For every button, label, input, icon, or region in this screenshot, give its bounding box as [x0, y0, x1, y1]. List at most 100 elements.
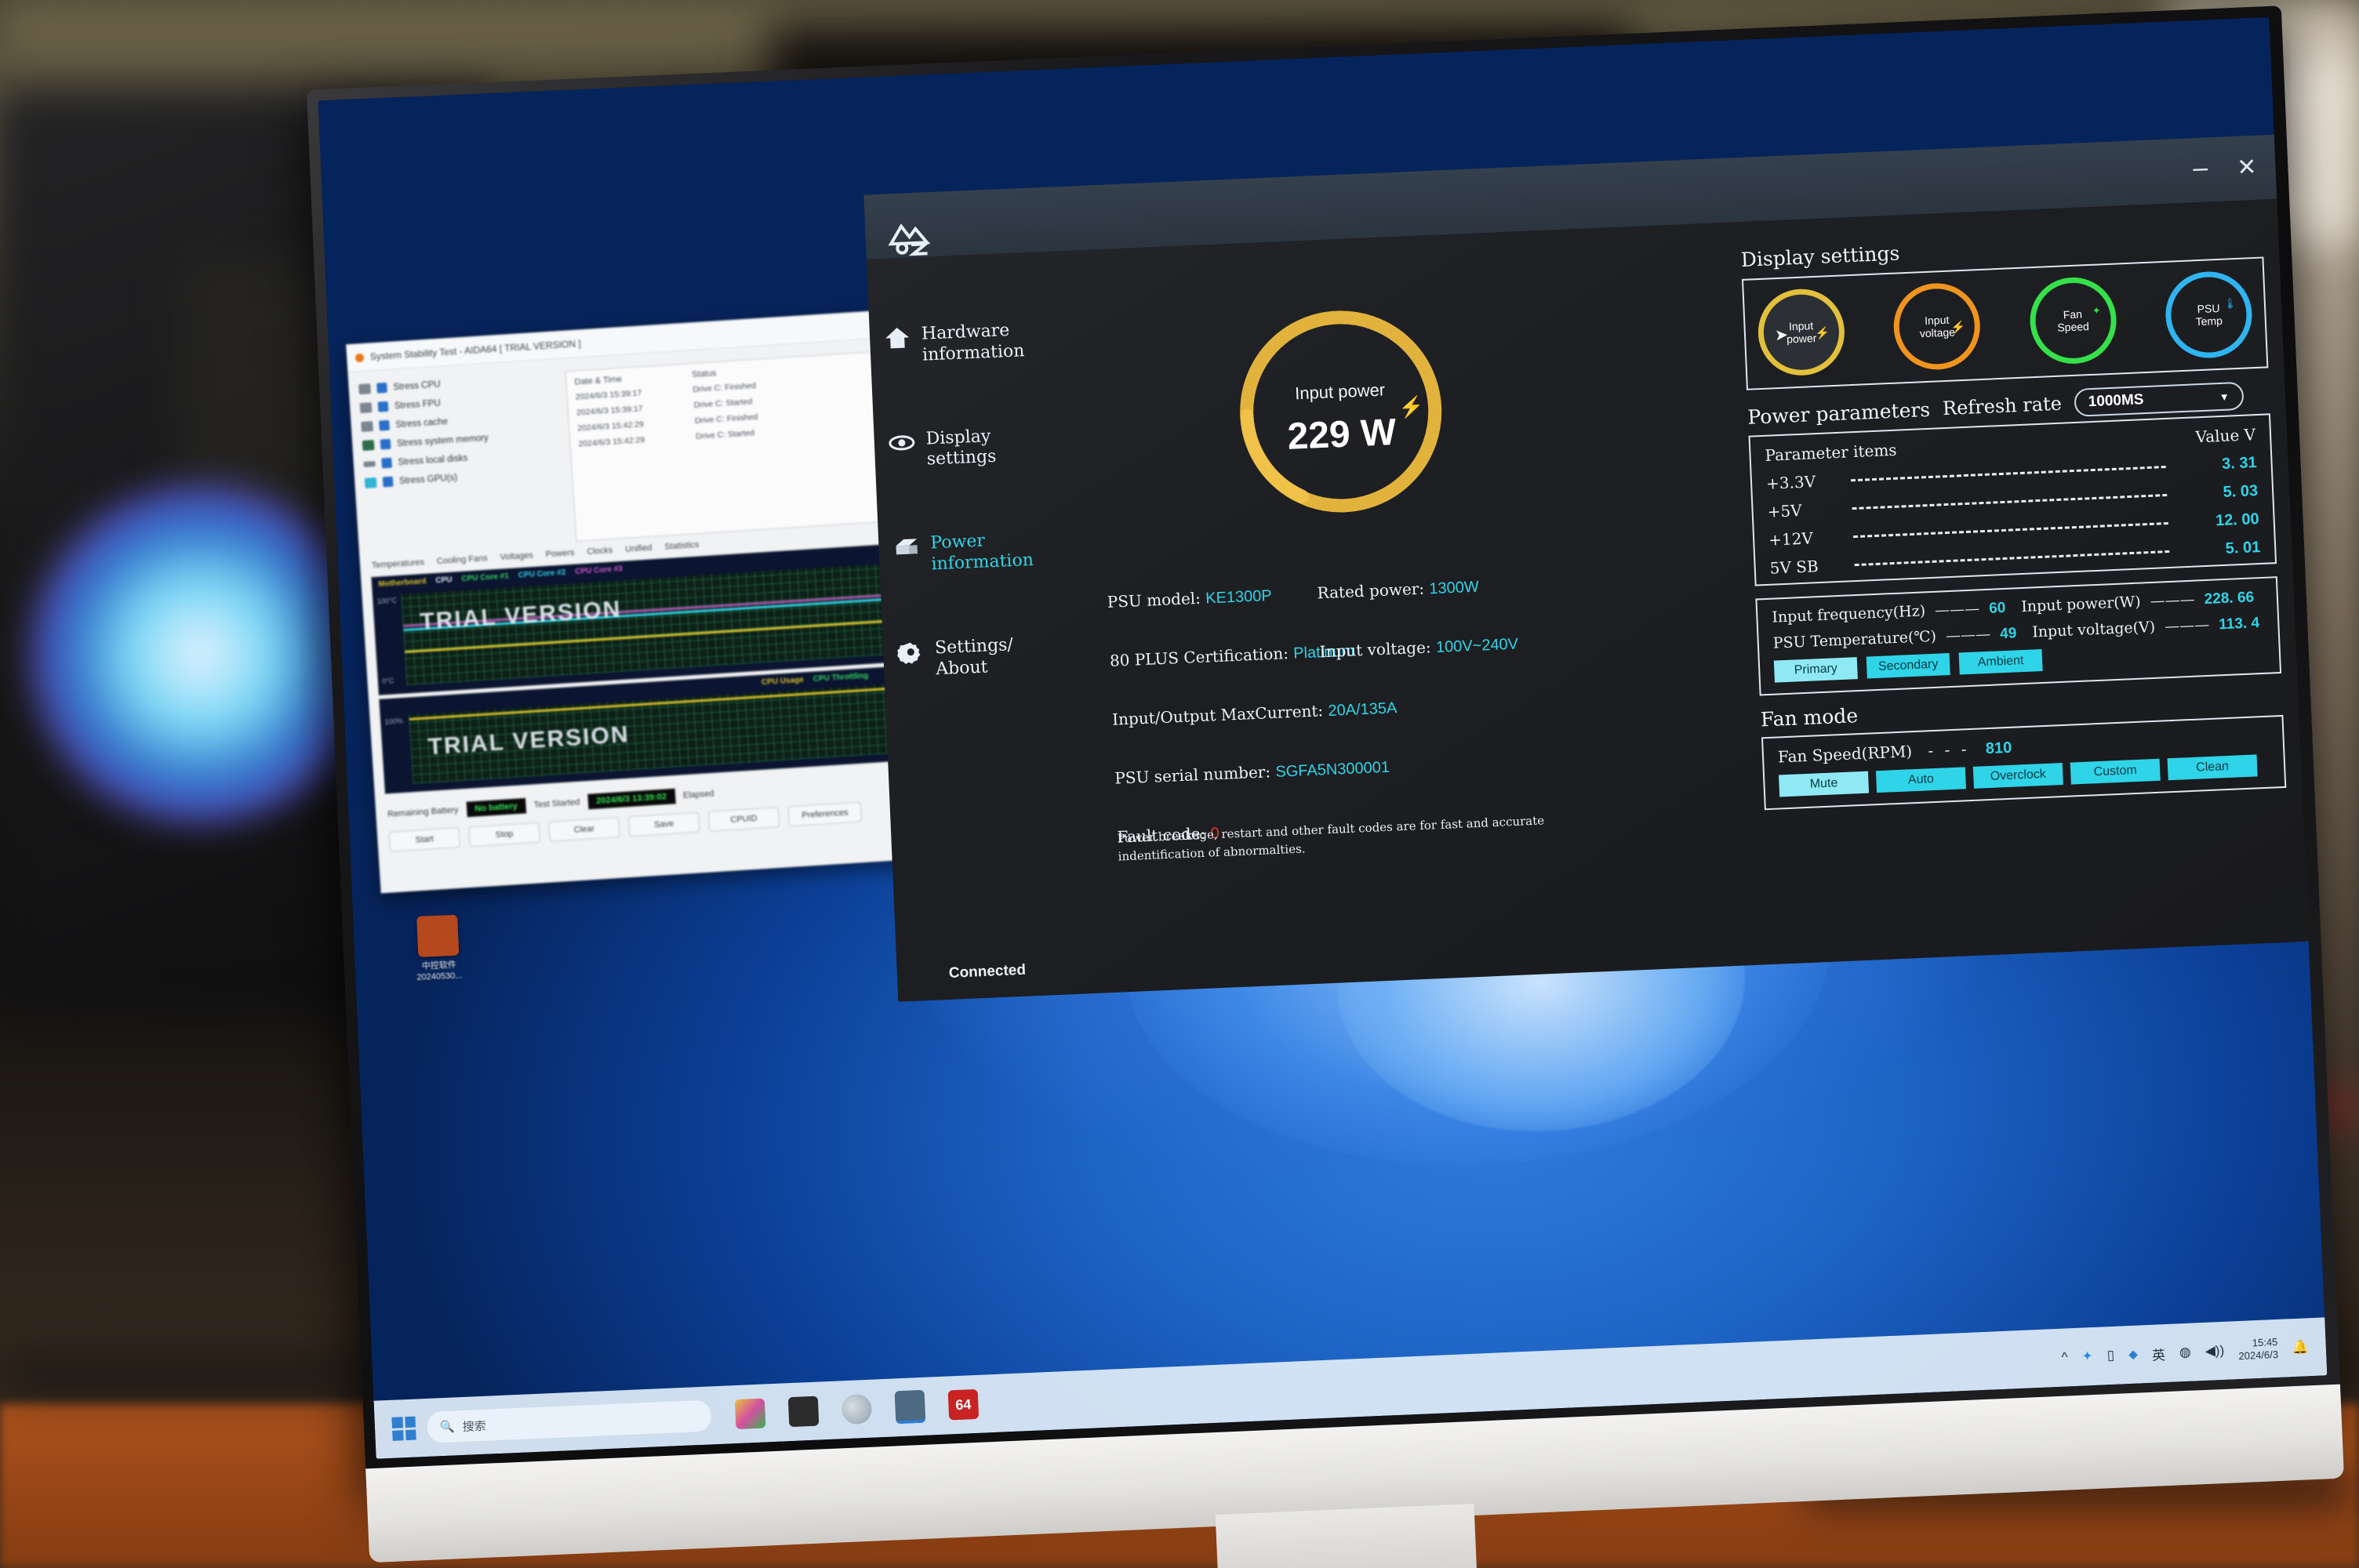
power-parameters-title: Power parameters	[1747, 397, 1931, 429]
checkbox-icon[interactable]	[376, 382, 387, 394]
windows-desktop[interactable]: Legacy & CardRea... X-Flash Pack 显卡驱动 20…	[318, 16, 2328, 1459]
stress-option-label: Stress system memory	[396, 433, 489, 448]
taskbar-clock[interactable]: 15:45 2024/6/3	[2237, 1336, 2278, 1363]
legend-cpu[interactable]: CPU	[435, 575, 453, 585]
chip-ambient[interactable]: Ambient	[1958, 649, 2043, 675]
psu-temperature-value: 49	[1999, 625, 2017, 643]
chip-secondary[interactable]: Secondary	[1866, 653, 1950, 679]
spec-80plus-certification: 80 PLUS Certification: Platinum	[1110, 642, 1355, 670]
checkbox-icon[interactable]	[377, 401, 389, 412]
log-col-status: Status	[691, 368, 717, 380]
dial-fan-speed[interactable]: Fan Speed ✦	[2027, 275, 2118, 366]
chip-clean[interactable]: Clean	[2167, 754, 2258, 781]
fan-icon: ✦	[2092, 304, 2102, 317]
psu-spec-list: PSU model: KE1300P Rated power: 1300W 80…	[1107, 565, 1761, 866]
close-button[interactable]: ✕	[2237, 154, 2258, 182]
ime-indicator[interactable]: 英	[2151, 1344, 2166, 1364]
chip-auto[interactable]: Auto	[1875, 767, 1967, 793]
desktop-icon-label: 中控软件 20240530...	[416, 960, 463, 982]
clear-button[interactable]: Clear	[548, 817, 620, 842]
pp-dash-line	[1852, 493, 2168, 510]
tab-cooling-fans[interactable]: Cooling Fans	[437, 554, 488, 566]
stress-option[interactable]: Stress CPU	[358, 372, 554, 395]
chip-custom[interactable]: Custom	[2070, 758, 2161, 785]
psu-app-icon[interactable]	[894, 1389, 926, 1425]
connection-status: Connected	[948, 961, 1027, 982]
edge-app-icon[interactable]	[841, 1393, 873, 1425]
photos-app-icon[interactable]	[734, 1398, 766, 1430]
chip-overclock[interactable]: Overclock	[1972, 763, 2063, 789]
stress-option[interactable]: Stress FPU	[359, 390, 556, 414]
spec-value: 1300W	[1428, 578, 1480, 598]
aida64-app-icon[interactable]: 64	[947, 1388, 980, 1421]
stress-option[interactable]: Stress GPU(s)	[364, 466, 561, 488]
pp-name: +3.3V	[1765, 472, 1816, 493]
checkbox-icon[interactable]	[380, 438, 391, 450]
legend-motherboard[interactable]: Motherboard	[378, 577, 427, 589]
psu-app-window[interactable]: − ✕ Hardware information Display setting…	[863, 134, 2317, 1002]
save-button[interactable]: Save	[627, 811, 700, 837]
chip-primary[interactable]: Primary	[1773, 657, 1858, 683]
cpuid-button[interactable]: CPUID	[707, 807, 780, 832]
dial-input-voltage[interactable]: Input voltage ⚡	[1892, 281, 1983, 372]
log-datetime: 2024/6/3 15:39:17	[575, 388, 642, 402]
dial-psu-temp[interactable]: PSU Temp 🌡	[2164, 270, 2254, 360]
aida64-log-table: Date & Time Status 2024/6/3 15:39:17 Driv…	[565, 350, 891, 542]
spec-rated-power: Rated power: 1300W	[1317, 565, 1750, 604]
sidebar-item-hardware-information[interactable]: Hardware information	[884, 318, 1081, 368]
tab-unified[interactable]: Unified	[625, 543, 652, 554]
input-power-label: Input power(W)	[2020, 593, 2142, 616]
tab-temperatures[interactable]: Temperatures	[372, 557, 425, 570]
search-input[interactable]: 🔍 搜索	[426, 1399, 713, 1444]
windows-logo-icon[interactable]	[391, 1416, 416, 1441]
start-button[interactable]: Start	[388, 827, 461, 852]
legend-cpu-usage[interactable]: CPU Usage	[761, 676, 804, 687]
input-frequency-label: Input frequency(Hz)	[1771, 602, 1926, 626]
search-icon: 🔍	[439, 1420, 456, 1435]
legend-cpu-core-1[interactable]: CPU Core #1	[461, 572, 509, 583]
aida64-window[interactable]: System Stability Test - AIDA64 [ TRIAL V…	[345, 310, 923, 894]
checkbox-icon[interactable]	[382, 476, 394, 488]
refresh-rate-select[interactable]: 1000MS ▼	[2074, 381, 2245, 417]
tab-clocks[interactable]: Clocks	[587, 546, 613, 557]
stop-button[interactable]: Stop	[468, 822, 540, 848]
legend-cpu-throttling[interactable]: CPU Throttling	[812, 672, 868, 684]
bluetooth-icon[interactable]: ✦	[2081, 1348, 2093, 1365]
tab-powers[interactable]: Powers	[545, 548, 574, 559]
input-frequency-value: 60	[1988, 599, 2006, 617]
spec-label: Rated power:	[1317, 579, 1425, 603]
minimize-button[interactable]: −	[2190, 155, 2211, 183]
checkbox-icon[interactable]	[379, 419, 390, 431]
tab-statistics[interactable]: Statistics	[664, 540, 700, 552]
desktop-icon[interactable]: 中控软件 20240530...	[396, 914, 481, 985]
log-status: Drive C: Finished	[692, 380, 757, 395]
battery-icon[interactable]: ▯	[2106, 1348, 2114, 1363]
legend-cpu-core-3[interactable]: CPU Core #3	[575, 564, 623, 576]
sidebar-item-display-settings[interactable]: Display settings	[888, 423, 1085, 473]
stress-options-list: Stress CPU Stress FPU Stress cache Stres…	[358, 372, 565, 554]
volume-icon[interactable]: ◀))	[2205, 1343, 2224, 1359]
sidebar-item-power-information[interactable]: Power information	[892, 527, 1090, 577]
clock-date: 2024/6/3	[2238, 1348, 2279, 1363]
dial-input-power[interactable]: ➤ Input power ⚡	[1756, 287, 1847, 378]
stress-option[interactable]: Stress system memory	[362, 428, 558, 451]
notification-bell-icon[interactable]: 🔔	[2292, 1339, 2309, 1356]
fan-speed-value: 810	[1985, 739, 2012, 758]
dial-label: Input power	[1786, 318, 1817, 346]
security-warning-icon[interactable]: ⬥	[2128, 1347, 2139, 1363]
network-icon[interactable]: ◍	[2179, 1345, 2192, 1361]
stress-option-label: Stress GPU(s)	[398, 472, 458, 486]
checkbox-icon[interactable]	[381, 457, 393, 469]
pp-name: +5V	[1767, 500, 1803, 521]
legend-cpu-core-2[interactable]: CPU Core #2	[518, 568, 566, 580]
preferences-button[interactable]: Preferences	[787, 801, 863, 827]
power-parameters-box: Parameter items Value V +3.3V 3. 31 +5V 5.…	[1748, 413, 2277, 586]
stress-option[interactable]: Stress cache	[361, 409, 557, 433]
sidebar-item-settings-about[interactable]: Settings/About	[896, 632, 1095, 682]
tab-voltages[interactable]: Voltages	[500, 550, 533, 562]
explorer-app-icon[interactable]	[787, 1396, 820, 1428]
input-power-value: 228. 66	[2204, 589, 2255, 608]
chip-mute[interactable]: Mute	[1779, 771, 1870, 797]
stress-option[interactable]: Stress local disks	[363, 447, 559, 470]
chevron-up-icon[interactable]: ^	[2061, 1349, 2068, 1365]
